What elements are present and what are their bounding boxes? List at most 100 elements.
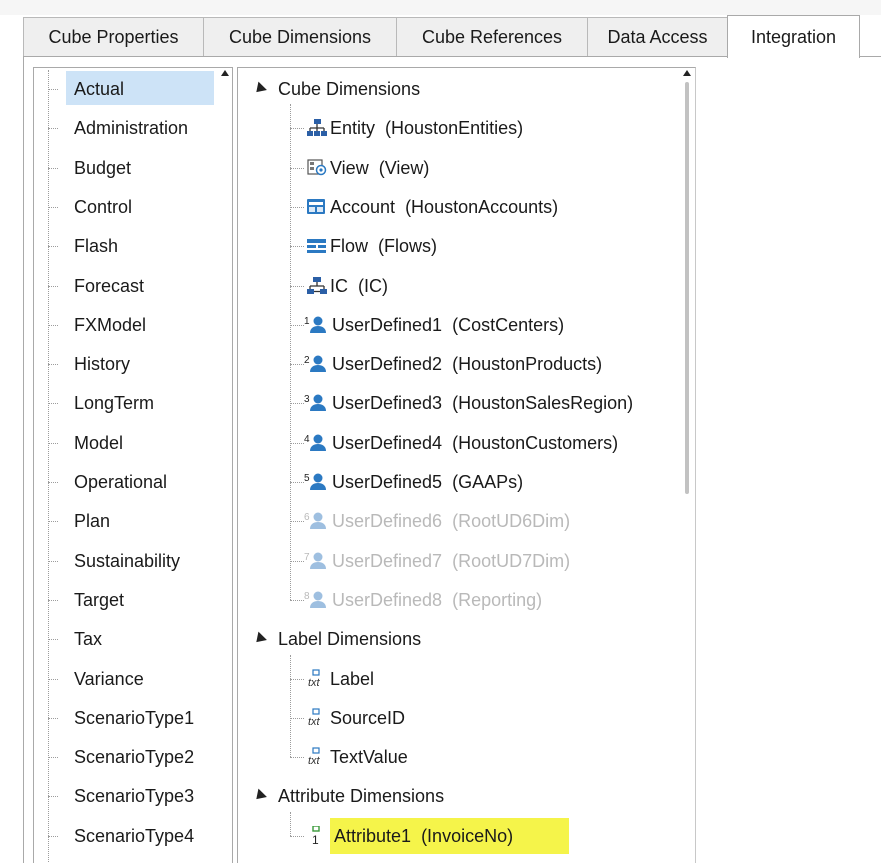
- scenario-item-control[interactable]: Control: [34, 189, 219, 223]
- scenario-item-history[interactable]: History: [34, 346, 219, 380]
- dimension-tree-scrollbar[interactable]: [681, 68, 693, 863]
- tree-connector: [48, 167, 58, 169]
- tree-connector: [290, 104, 291, 600]
- tree-item-text: IC (IC): [330, 268, 388, 304]
- tree-item-userdefined7[interactable]: 7 UserDefined7 (RootUD7Dim): [238, 543, 678, 577]
- tab-cube-dimensions[interactable]: Cube Dimensions: [203, 17, 397, 57]
- scroll-up-icon[interactable]: [221, 70, 229, 76]
- tab-cube-properties[interactable]: Cube Properties: [23, 17, 204, 57]
- group-label: Cube Dimensions: [278, 79, 421, 99]
- scenario-item-scenariotype1[interactable]: ScenarioType1: [34, 700, 219, 734]
- group-attribute-dimensions[interactable]: Attribute Dimensions: [238, 778, 678, 812]
- tree-item-view[interactable]: View (View): [238, 150, 678, 184]
- tree-item-textvalue[interactable]: txt TextValue: [238, 739, 678, 773]
- view-icon: [306, 157, 328, 179]
- scenario-item-plan[interactable]: Plan: [34, 503, 219, 537]
- scenario-item-scenariotype4[interactable]: ScenarioType4: [34, 818, 219, 852]
- scenario-item-administration[interactable]: Administration: [34, 110, 219, 144]
- tree-item-value: (HoustonCustomers): [452, 432, 619, 453]
- tree-item-text: UserDefined5 (GAAPs): [332, 464, 523, 500]
- scenario-item-scenariotype3[interactable]: ScenarioType3: [34, 778, 219, 812]
- group-cube-dimensions[interactable]: Cube Dimensions: [238, 71, 678, 105]
- svg-text:5: 5: [304, 473, 310, 484]
- tree-connector: [290, 757, 304, 759]
- tree-item-userdefined3[interactable]: 3 UserDefined3 (HoustonSalesRegion): [238, 385, 678, 419]
- scenario-item-actual[interactable]: Actual: [34, 71, 219, 105]
- scenario-item-label: Budget: [74, 157, 132, 178]
- tree-item-name: UserDefined5: [332, 472, 443, 492]
- tree-connector: [290, 654, 291, 758]
- svg-text:6: 6: [304, 512, 310, 523]
- account-icon: [306, 196, 328, 218]
- svg-text:1: 1: [304, 316, 310, 327]
- tree-connector: [48, 442, 58, 444]
- scenario-item-target[interactable]: Target: [34, 582, 219, 616]
- scenario-item-operational[interactable]: Operational: [34, 464, 219, 498]
- tree-item-text: UserDefined6 (RootUD6Dim): [332, 503, 570, 539]
- expand-caret-icon[interactable]: [252, 788, 267, 804]
- tree-item-userdefined6[interactable]: 6 UserDefined6 (RootUD6Dim): [238, 503, 678, 537]
- tree-item-value: (Flows): [378, 236, 438, 257]
- tree-connector: [48, 678, 58, 680]
- tree-item-userdefined8[interactable]: 8 UserDefined8 (Reporting): [238, 582, 678, 616]
- tree-item-userdefined4[interactable]: 4 UserDefined4 (HoustonCustomers): [238, 425, 678, 459]
- scenario-item-label: Actual: [66, 71, 214, 105]
- tree-item-flow[interactable]: Flow (Flows): [238, 228, 678, 262]
- tree-item-value: (RootUD7Dim): [452, 550, 571, 571]
- svg-text:3: 3: [304, 394, 310, 405]
- tree-item-userdefined2[interactable]: 2 UserDefined2 (HoustonProducts): [238, 346, 678, 380]
- tree-connector: [290, 128, 304, 130]
- scenario-item-scenariotype2[interactable]: ScenarioType2: [34, 739, 219, 773]
- tree-item-attribute1[interactable]: 1 Attribute1 (InvoiceNo): [238, 817, 678, 854]
- tree-item-label[interactable]: txt Label: [238, 661, 678, 695]
- scenario-item-model[interactable]: Model: [34, 425, 219, 459]
- scenario-item-budget[interactable]: Budget: [34, 150, 219, 184]
- tree-item-userdefined1[interactable]: 1 UserDefined1 (CostCenters): [238, 307, 678, 341]
- tab-integration[interactable]: Integration: [727, 15, 860, 58]
- txt-icon: txt: [306, 668, 328, 690]
- scenario-item-label: ScenarioType4: [74, 825, 195, 846]
- tree-item-sourceid[interactable]: txt SourceID: [238, 700, 678, 734]
- ic-icon: [306, 275, 328, 297]
- tree-item-name: TextValue: [330, 747, 408, 768]
- scenario-item-label: Forecast: [74, 275, 145, 296]
- tab-data-access[interactable]: Data Access: [587, 17, 728, 57]
- svg-text:txt: txt: [308, 677, 321, 689]
- ud-icon: 1: [304, 314, 330, 336]
- tree-item-text: UserDefined8 (Reporting): [332, 582, 542, 618]
- expand-caret-icon[interactable]: [252, 631, 267, 647]
- tree-connector: [290, 521, 304, 523]
- svg-text:4: 4: [304, 434, 310, 445]
- tree-item-ic[interactable]: IC (IC): [238, 268, 678, 302]
- tree-item-value: (HoustonAccounts): [405, 196, 559, 217]
- scenario-item-forecast[interactable]: Forecast: [34, 268, 219, 302]
- scenario-list-scrollbar[interactable]: [219, 68, 231, 863]
- expand-caret-icon[interactable]: [252, 81, 267, 97]
- svg-text:8: 8: [304, 591, 310, 602]
- tree-item-value: (GAAPs): [452, 472, 524, 492]
- scenario-item-sustainability[interactable]: Sustainability: [34, 543, 219, 577]
- tree-connector: [48, 717, 58, 719]
- tree-connector: [290, 678, 304, 680]
- tree-item-userdefined5[interactable]: 5 UserDefined5 (GAAPs): [238, 464, 678, 498]
- tree-item-text: UserDefined2 (HoustonProducts): [332, 346, 602, 382]
- scroll-thumb[interactable]: [685, 82, 689, 494]
- scenario-item-fxmodel[interactable]: FXModel: [34, 307, 219, 341]
- group-label-dimensions[interactable]: Label Dimensions: [238, 621, 678, 655]
- group-label: Attribute Dimensions: [278, 786, 445, 807]
- tree-item-account[interactable]: Account (HoustonAccounts): [238, 189, 678, 223]
- tree-item-text: UserDefined1 (CostCenters): [332, 307, 564, 343]
- tab-cube-references[interactable]: Cube References: [396, 17, 588, 57]
- scenario-item-tax[interactable]: Tax: [34, 621, 219, 655]
- scenario-item-longterm[interactable]: LongTerm: [34, 385, 219, 419]
- tree-item-entity[interactable]: Entity (HoustonEntities): [238, 110, 678, 144]
- scenario-item-flash[interactable]: Flash: [34, 228, 219, 262]
- svg-text:1: 1: [312, 833, 319, 846]
- scenario-item-variance[interactable]: Variance: [34, 661, 219, 695]
- scroll-up-icon[interactable]: [683, 70, 691, 76]
- tree-item-name: UserDefined3: [332, 393, 443, 414]
